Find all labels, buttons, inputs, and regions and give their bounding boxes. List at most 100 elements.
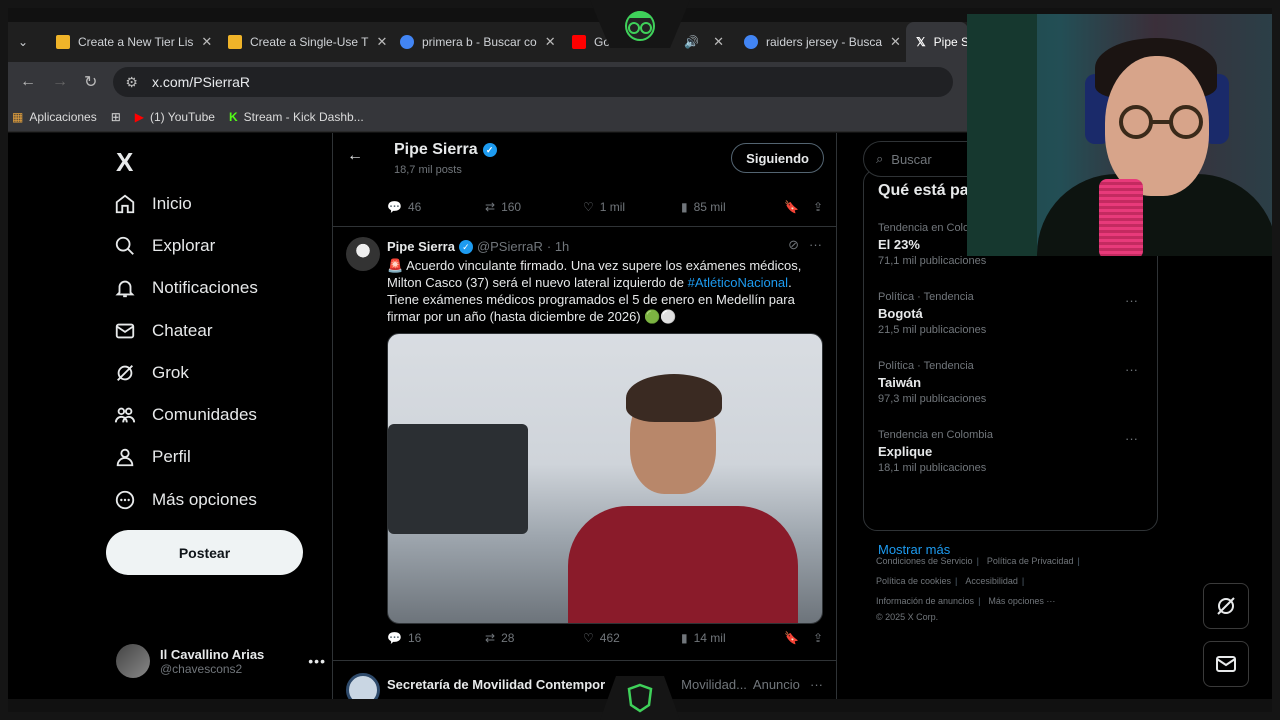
sidebar-item-inicio[interactable]: Inicio [114, 193, 192, 215]
bookmark-kick[interactable]: K Stream - Kick Dashb... [229, 110, 364, 124]
x-favicon-icon: 𝕏 [916, 35, 926, 49]
timestamp[interactable]: · 1h [547, 239, 569, 254]
tweet-header: Pipe Sierra ✓ @PSierraR · 1h [387, 239, 569, 254]
following-button[interactable]: Siguiendo [731, 143, 824, 173]
home-icon [115, 194, 135, 214]
avatar[interactable] [346, 237, 380, 271]
more-circle-icon [115, 490, 135, 510]
webcam-overlay [967, 14, 1280, 256]
browser-tab[interactable]: primera b - Buscar co ✕ [390, 22, 562, 62]
post-button[interactable]: Postear [106, 530, 303, 575]
youtube-icon: ▶ [134, 109, 145, 124]
browser-tab-active[interactable]: 𝕏 Pipe Si [906, 22, 968, 62]
mail-icon [115, 323, 135, 339]
footer-link[interactable]: Información de anuncios [876, 596, 974, 606]
close-tab-icon[interactable]: ✕ [201, 34, 212, 50]
advertiser-handle[interactable]: Movilidad... [681, 677, 747, 692]
more-icon[interactable]: ··· [1125, 362, 1138, 377]
grok-icon[interactable]: ⊘ [788, 237, 799, 253]
bookmark-icon[interactable]: 🔖 [784, 200, 799, 214]
search-icon: ⌕ [876, 151, 884, 166]
reply-button[interactable]: 💬 16 [387, 631, 485, 645]
verified-badge-icon: ✓ [458, 239, 473, 254]
footer-link[interactable]: Política de Privacidad [987, 556, 1074, 566]
sidebar-item-chatear[interactable]: Chatear [114, 320, 212, 342]
footer-link[interactable]: Política de cookies [876, 576, 951, 586]
back-icon[interactable]: ← [20, 73, 36, 91]
site-info-icon[interactable]: ⚙ [125, 74, 138, 91]
sidebar-item-explorar[interactable]: Explorar [114, 235, 215, 257]
footer-link[interactable]: Más opciones ··· [988, 596, 1055, 606]
author-name[interactable]: Pipe Sierra [387, 239, 455, 254]
more-icon[interactable]: ··· [809, 237, 822, 253]
like-button[interactable]: ♡ 462 [583, 631, 681, 645]
account-switcher[interactable]: Il Cavallino Arias @chavescons2 ••• [116, 639, 326, 683]
trend-item[interactable]: ··· Tendencia en Colombia Explique 18,1 … [878, 429, 1144, 474]
grok-fab-button[interactable] [1203, 583, 1249, 629]
sidebar: X Inicio Explorar Notificaciones Chatear… [8, 133, 332, 699]
more-icon[interactable]: ··· [1125, 431, 1138, 446]
avatar[interactable] [346, 673, 380, 699]
bookmark-icon[interactable]: 🔖 [784, 631, 799, 645]
audio-icon[interactable]: 🔊 [684, 35, 699, 49]
bookmarks-bar: ▦ Aplicaciones ⊞ ▶ (1) YouTube K Stream - K… [8, 102, 968, 132]
repost-icon: ⇄ [485, 631, 496, 645]
sidebar-item-comunidades[interactable]: Comunidades [114, 404, 257, 426]
grid-icon: ⊞ [110, 109, 121, 124]
bookmark-grid[interactable]: ⊞ [111, 110, 121, 124]
tweet-text: 🚨 Acuerdo vinculante firmado. Una vez su… [387, 258, 802, 324]
bell-icon [115, 280, 135, 298]
browser-tab[interactable]: raiders jersey - Busca ✕ [734, 22, 906, 62]
trend-item[interactable]: ··· Política · Tendencia Bogotá 21,5 mil… [878, 291, 1144, 336]
page-title: Pipe Sierra ✓ [394, 141, 497, 159]
forward-icon[interactable]: → [52, 73, 68, 91]
browser-tab[interactable]: Create a Single-Use T ✕ [218, 22, 390, 62]
microphone-icon [1099, 179, 1143, 256]
more-icon[interactable]: ••• [308, 653, 326, 669]
trend-item[interactable]: ··· Política · Tendencia Taiwán 97,3 mil… [878, 360, 1144, 405]
bookmark-apps[interactable]: ▦ Aplicaciones [12, 110, 97, 124]
tweet-image[interactable] [387, 333, 823, 624]
like-button[interactable]: ♡ 1 mil [583, 200, 681, 214]
sidebar-item-grok[interactable]: Grok [114, 362, 189, 384]
hashtag-link[interactable]: #AtléticoNacional [688, 275, 788, 290]
divider [333, 660, 836, 661]
close-tab-icon[interactable]: ✕ [713, 34, 724, 50]
advertiser-name[interactable]: Secretaría de Movilidad Contempor [387, 677, 605, 692]
favicon-icon [228, 35, 242, 49]
sidebar-item-notificaciones[interactable]: Notificaciones [114, 277, 258, 299]
bookmark-youtube[interactable]: ▶ (1) YouTube [135, 110, 215, 124]
author-handle[interactable]: @PSierraR [477, 239, 543, 254]
prev-tweet-actions: 💬 46 ⇄ 160 ♡ 1 mil ▮ 85 mil 🔖 ⇪ [387, 197, 823, 217]
close-tab-icon[interactable]: ✕ [545, 34, 556, 50]
reload-icon[interactable]: ↻ [84, 72, 97, 92]
footer-link[interactable]: Condiciones de Servicio [876, 556, 973, 566]
views-button[interactable]: ▮ 14 mil [681, 631, 771, 645]
views-button[interactable]: ▮ 85 mil [681, 200, 771, 214]
apps-grid-icon: ▦ [12, 109, 24, 124]
reply-button[interactable]: 💬 46 [387, 200, 485, 214]
repost-button[interactable]: ⇄ 160 [485, 200, 583, 214]
sidebar-item-perfil[interactable]: Perfil [114, 446, 191, 468]
address-bar[interactable]: ⚙ x.com/PSierraR [113, 67, 954, 97]
back-arrow-icon[interactable]: ← [347, 147, 363, 165]
footer-link[interactable]: Accesibilidad [965, 576, 1018, 586]
ad-header: Secretaría de Movilidad Contempor Movili… [387, 677, 823, 692]
repost-button[interactable]: ⇄ 28 [485, 631, 583, 645]
messages-fab-button[interactable] [1203, 641, 1249, 687]
copyright: © 2025 X Corp. [876, 612, 939, 622]
sidebar-item-mas-opciones[interactable]: Más opciones [114, 489, 257, 511]
share-icon[interactable]: ⇪ [813, 200, 823, 214]
chart-icon: ▮ [681, 200, 688, 214]
glasses-icon [1119, 105, 1203, 139]
more-icon[interactable]: ··· [1125, 293, 1138, 308]
share-icon[interactable]: ⇪ [813, 631, 823, 645]
more-icon[interactable]: ··· [810, 677, 823, 692]
tab-search-button[interactable]: ⌄ [8, 22, 46, 62]
close-tab-icon[interactable]: ✕ [377, 34, 388, 50]
browser-tab[interactable]: Create a New Tier Lis ✕ [46, 22, 218, 62]
toolbar: ← → ↻ ⚙ x.com/PSierraR [8, 62, 968, 102]
people-icon [114, 407, 136, 423]
x-logo-icon[interactable]: X [116, 147, 133, 178]
close-tab-icon[interactable]: ✕ [890, 34, 901, 50]
